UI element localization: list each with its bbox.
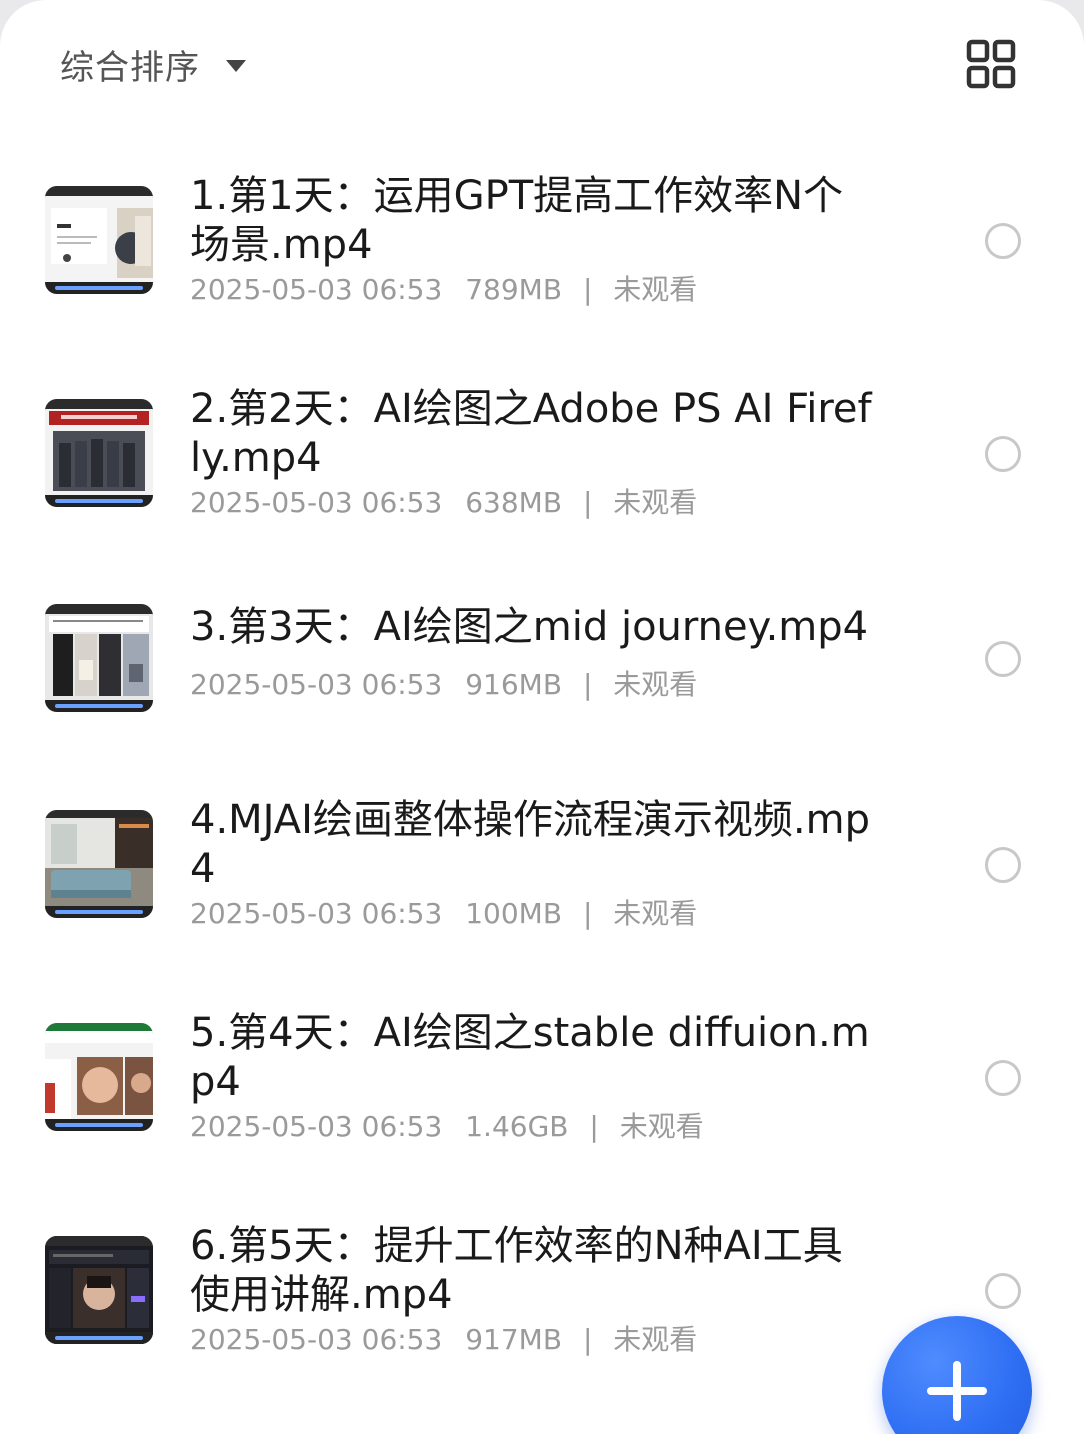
caret-down-icon <box>226 60 246 72</box>
meta-separator: | <box>582 897 593 930</box>
select-radio[interactable] <box>985 436 1021 472</box>
sort-label: 综合排序 <box>60 47 200 88</box>
list-item[interactable]: 3.第3天：AI绘图之mid journey.mp4 2025-05-03 06… <box>0 586 1084 786</box>
file-title: 5.第4天：AI绘图之stable diffuion.mp4 <box>190 1010 870 1105</box>
file-meta: 2025-05-03 06:53 917MB | 未观看 <box>190 1323 697 1357</box>
list-item[interactable]: 4.MJAI绘画整体操作流程演示视频.mp4 2025-05-03 06:53 … <box>0 784 1084 984</box>
select-radio[interactable] <box>985 847 1021 883</box>
watch-status: 未观看 <box>613 486 698 519</box>
meta-separator: | <box>582 486 593 519</box>
file-size: 638MB <box>465 486 563 519</box>
file-title: 3.第3天：AI绘图之mid journey.mp4 <box>190 604 869 650</box>
file-meta: 2025-05-03 06:53 916MB | 未观看 <box>190 668 697 702</box>
file-title: 6.第5天：提升工作效率的N种AI工具使用讲解.mp4 <box>190 1223 843 1318</box>
file-meta: 2025-05-03 06:53 100MB | 未观看 <box>190 897 697 931</box>
file-date: 2025-05-03 06:53 <box>190 1323 443 1356</box>
video-thumbnail <box>45 1236 153 1344</box>
watch-status: 未观看 <box>613 273 698 306</box>
file-size: 789MB <box>465 273 563 306</box>
file-date: 2025-05-03 06:53 <box>190 486 443 519</box>
watch-status: 未观看 <box>613 668 698 701</box>
list-item[interactable]: 5.第4天：AI绘图之stable diffuion.mp4 2025-05-0… <box>0 997 1084 1197</box>
select-radio[interactable] <box>985 1060 1021 1096</box>
video-thumbnail <box>45 399 153 507</box>
list-item[interactable]: 2.第2天：AI绘图之Adobe PS AI Firefly.mp4 2025-… <box>0 373 1084 573</box>
file-date: 2025-05-03 06:53 <box>190 668 443 701</box>
file-date: 2025-05-03 06:53 <box>190 897 443 930</box>
file-meta: 2025-05-03 06:53 1.46GB | 未观看 <box>190 1110 704 1144</box>
watch-status: 未观看 <box>619 1110 704 1143</box>
video-thumbnail <box>45 604 153 712</box>
file-size: 1.46GB <box>465 1110 569 1143</box>
file-size: 917MB <box>465 1323 563 1356</box>
meta-separator: | <box>582 668 593 701</box>
list-item[interactable]: 1.第1天：运用GPT提高工作效率N个场景.mp4 2025-05-03 06:… <box>0 160 1084 360</box>
file-date: 2025-05-03 06:53 <box>190 273 443 306</box>
watch-status: 未观看 <box>613 897 698 930</box>
file-date: 2025-05-03 06:53 <box>190 1110 443 1143</box>
toolbar: 综合排序 <box>0 0 1084 126</box>
file-size: 916MB <box>465 668 563 701</box>
video-thumbnail <box>45 186 153 294</box>
meta-separator: | <box>589 1110 599 1143</box>
video-thumbnail <box>45 810 153 918</box>
file-meta: 2025-05-03 06:53 638MB | 未观看 <box>190 486 697 520</box>
file-size: 100MB <box>465 897 563 930</box>
grid-view-icon[interactable] <box>962 36 1020 94</box>
file-title: 4.MJAI绘画整体操作流程演示视频.mp4 <box>190 797 870 892</box>
watch-status: 未观看 <box>613 1323 698 1356</box>
select-radio[interactable] <box>985 1273 1021 1309</box>
file-title: 2.第2天：AI绘图之Adobe PS AI Firefly.mp4 <box>190 386 872 481</box>
meta-separator: | <box>582 273 593 306</box>
meta-separator: | <box>582 1323 593 1356</box>
file-meta: 2025-05-03 06:53 789MB | 未观看 <box>190 273 697 307</box>
video-thumbnail <box>45 1023 153 1131</box>
select-radio[interactable] <box>985 223 1021 259</box>
file-list-sheet: 综合排序 1.第1天：运用GPT提高工作效率N个场景.mp4 2025-05-0… <box>0 0 1084 1434</box>
file-title: 1.第1天：运用GPT提高工作效率N个场景.mp4 <box>190 173 844 268</box>
select-radio[interactable] <box>985 641 1021 677</box>
sort-dropdown[interactable]: 综合排序 <box>60 36 246 92</box>
